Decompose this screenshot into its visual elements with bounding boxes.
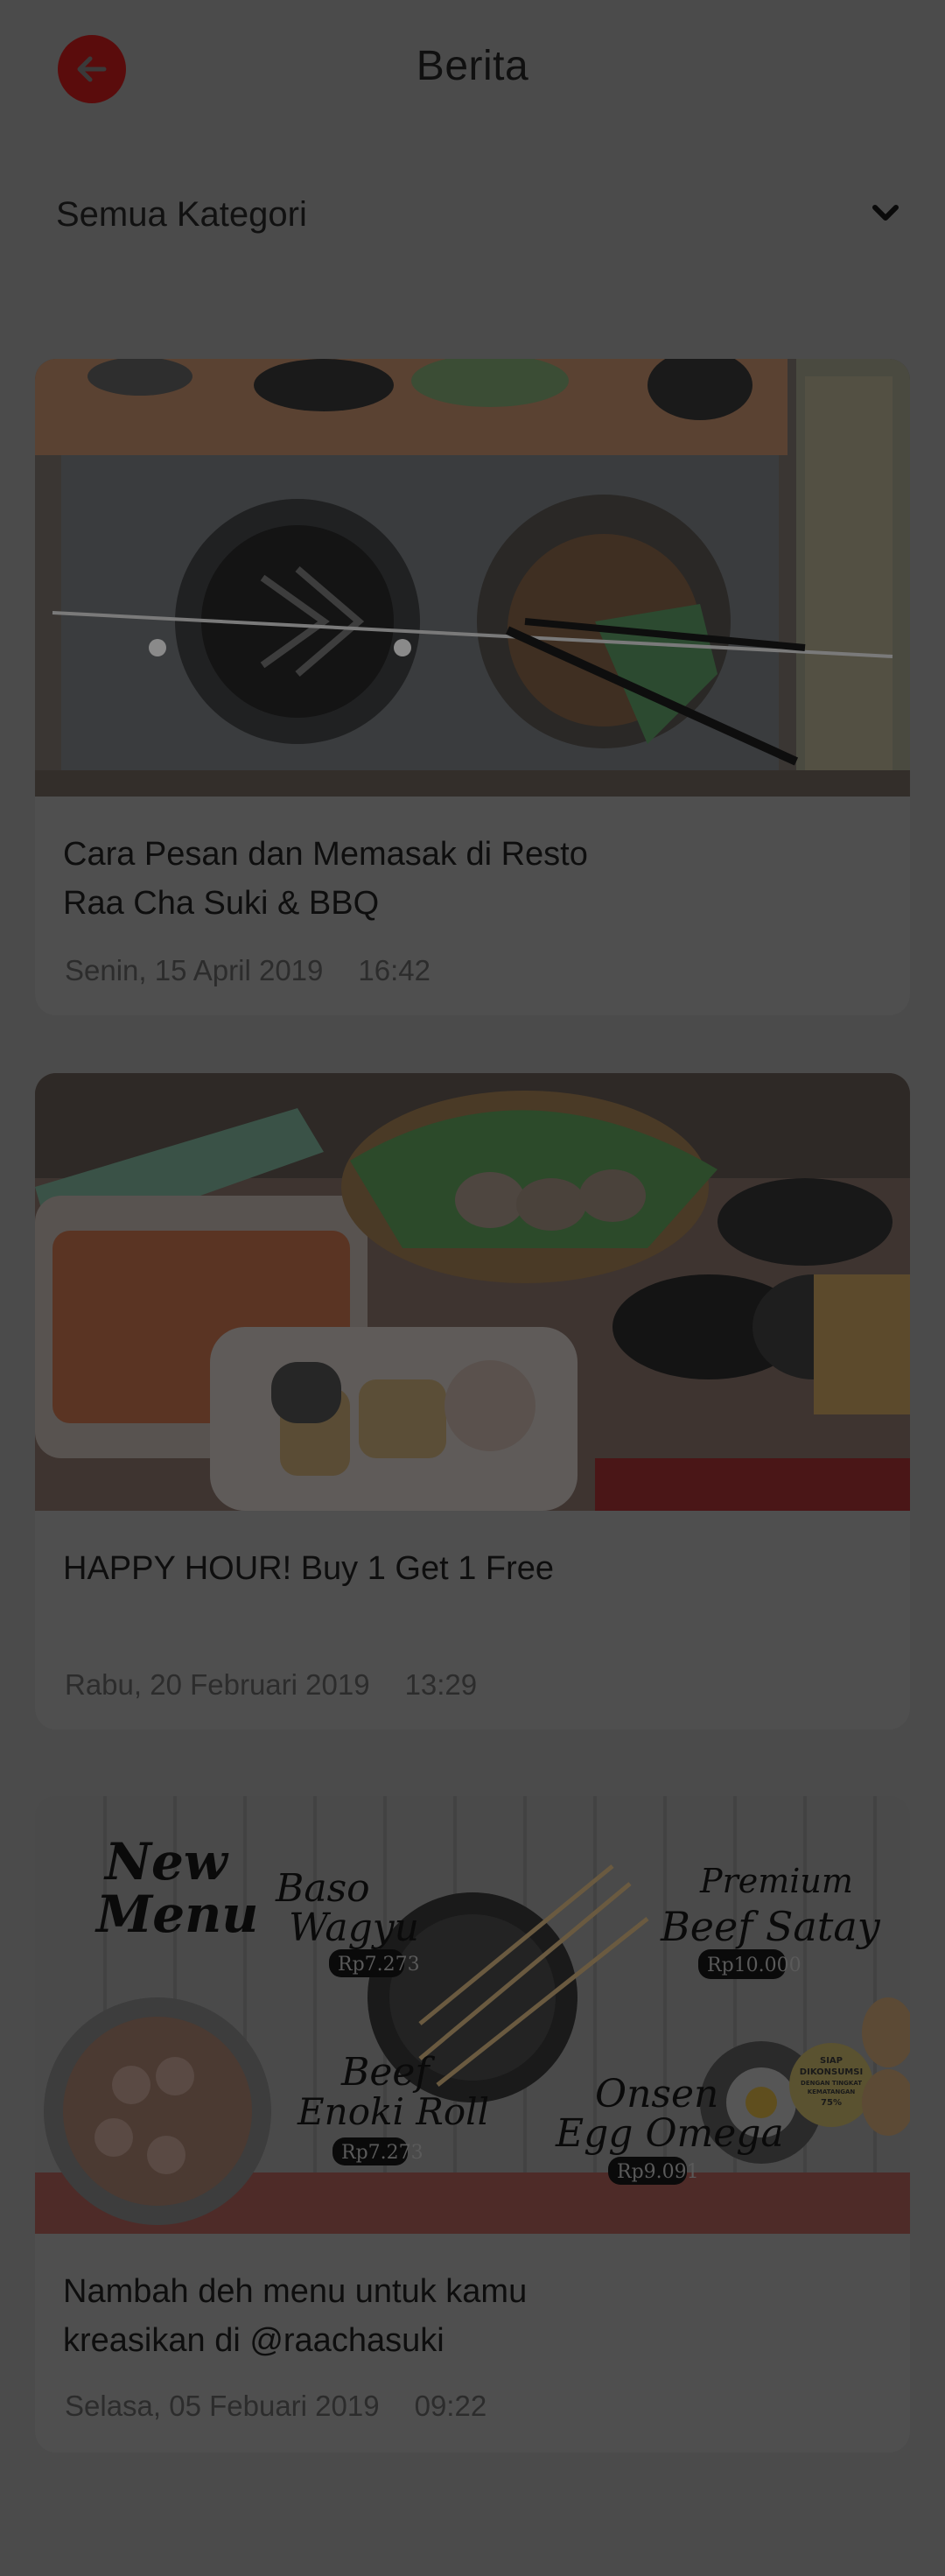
poster-text: Rp7.273 <box>341 2142 424 2164</box>
chevron-down-icon <box>868 195 903 235</box>
page-title: Berita <box>416 43 529 89</box>
poster-badge-text: SIAP <box>820 2056 843 2066</box>
news-meta: Rabu, 20 Februari 2019 13:29 <box>65 1668 477 1702</box>
news-time: 16:42 <box>358 954 430 986</box>
news-card[interactable]: New Menu Baso Wagyu Rp7.273 Beef Enoki R… <box>35 1796 910 2453</box>
news-date: Senin, 15 April 2019 <box>65 954 324 986</box>
news-card[interactable]: HAPPY HOUR! Buy 1 Get 1 Free Rabu, 20 Fe… <box>35 1073 910 1730</box>
poster-text: Rp10.000 <box>707 1955 802 1976</box>
poster-text: Enoki Roll <box>297 2090 489 2133</box>
poster-text: Egg Omega <box>555 2111 784 2156</box>
news-time: 09:22 <box>414 2390 487 2422</box>
news-meta: Senin, 15 April 2019 16:42 <box>65 954 430 987</box>
poster-text: Beef <box>340 2050 435 2095</box>
poster-badge-text: 75% <box>821 2098 842 2108</box>
news-title[interactable]: HAPPY HOUR! Buy 1 Get 1 Free <box>63 1544 676 1593</box>
poster-text: Rp9.091 <box>617 2161 699 2183</box>
app-header: Berita <box>0 0 945 140</box>
poster-text: Beef Satay <box>660 1903 881 1950</box>
poster-badge-text: DIKONSUMSI <box>800 2067 863 2077</box>
poster-badge-text: KEMATANGAN <box>808 2088 856 2095</box>
news-date: Rabu, 20 Februari 2019 <box>65 1668 370 1701</box>
poster-text: Premium <box>699 1862 853 1900</box>
news-image-hotpot-spread <box>35 1073 910 1511</box>
news-meta: Selasa, 05 Febuari 2019 09:22 <box>65 2390 486 2423</box>
poster-text: Menu <box>94 1885 258 1944</box>
news-title[interactable]: Cara Pesan dan Memasak di Resto Raa Cha … <box>63 830 676 928</box>
news-card[interactable]: Cara Pesan dan Memasak di Resto Raa Cha … <box>35 359 910 1015</box>
poster-badge-text: DENGAN TINGKAT <box>801 2080 862 2087</box>
news-image-new-menu-poster: New Menu Baso Wagyu Rp7.273 Beef Enoki R… <box>35 1796 910 2234</box>
poster-text: Onsen <box>595 2072 718 2116</box>
news-title[interactable]: Nambah deh menu untuk kamu kreasikan di … <box>63 2267 676 2365</box>
news-time: 13:29 <box>404 1668 478 1701</box>
poster-text: Baso <box>275 1866 370 1911</box>
category-dropdown[interactable]: Semua Kategori <box>56 184 903 245</box>
news-image-grill-table <box>35 359 910 797</box>
poster-text: Rp7.273 <box>338 1954 420 1976</box>
news-screen: Berita Semua Kategori Cara Pesan dan Mem… <box>0 0 945 2576</box>
category-selected-label: Semua Kategori <box>56 194 307 234</box>
news-date: Selasa, 05 Febuari 2019 <box>65 2390 380 2422</box>
poster-text: Wagyu <box>289 1906 419 1950</box>
poster-text: New <box>103 1832 229 1892</box>
